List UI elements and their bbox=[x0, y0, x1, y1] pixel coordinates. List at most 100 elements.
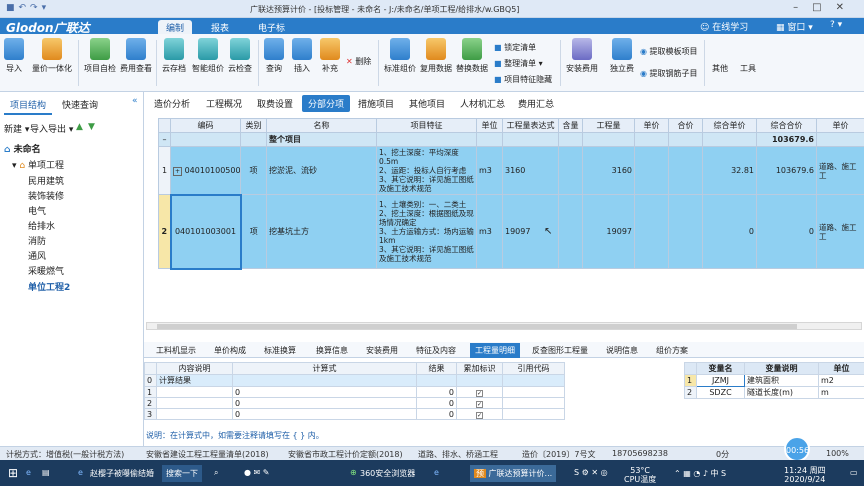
ref-cell[interactable] bbox=[502, 397, 565, 409]
grid-header[interactable]: 单价 bbox=[816, 118, 864, 133]
tree-node-heating[interactable]: 采暖燃气 bbox=[28, 264, 64, 277]
checkbox[interactable]: ✓ bbox=[476, 400, 483, 408]
expr-cell[interactable]: 3160 bbox=[502, 146, 559, 195]
tab-project-structure[interactable]: 项目结构 bbox=[4, 96, 53, 115]
result-cell[interactable]: 0 bbox=[416, 397, 457, 409]
windows-start-icon[interactable]: ⊞ bbox=[4, 463, 22, 480]
grid-header[interactable]: 综合单价 bbox=[702, 118, 757, 133]
code-cell[interactable]: 040101003001 bbox=[169, 193, 242, 270]
clock[interactable]: 11:24 周四 2020/9/24 bbox=[780, 463, 830, 484]
tree-node-fire[interactable]: 消防 bbox=[28, 234, 46, 247]
tab-quick-query[interactable]: 快速查询 bbox=[56, 96, 104, 113]
accumulate-cell[interactable]: ✓ bbox=[456, 408, 503, 420]
table-row[interactable]: 1 + 040101005001 项 挖淤泥、流砂 1、挖土深度：平均深度0.5… bbox=[158, 146, 864, 195]
tab-standard-conversion[interactable]: 标准换算 bbox=[264, 345, 296, 356]
table-row-selected[interactable]: 2 040101003001 项 挖基坑土方 1、土壤类别：一、二类土 2、挖土… bbox=[158, 193, 864, 270]
total-cell[interactable] bbox=[668, 146, 703, 195]
sub-items-grid[interactable]: 编码 类别 名称 项目特征 单位 工程量表达式 含量 工程量 单价 合价 综合单… bbox=[158, 118, 864, 270]
var-name-cell[interactable]: SDZC bbox=[696, 386, 745, 399]
features-cell[interactable]: 1、土壤类别：一、二类土 2、挖土深度：根据图纸及现场情况确定 3、土方运输方式… bbox=[376, 194, 477, 269]
reuse-data-button[interactable]: 复用数据 bbox=[420, 38, 452, 74]
collapse-toggle[interactable]: – bbox=[158, 132, 171, 147]
desc-cell[interactable]: 计算结果 bbox=[156, 374, 233, 387]
tab-install-cost[interactable]: 安装费用 bbox=[366, 345, 398, 356]
smart-price-button[interactable]: 智能组价 bbox=[192, 38, 224, 74]
result-cell[interactable] bbox=[416, 374, 457, 387]
tab-measures[interactable]: 措施项目 bbox=[358, 97, 394, 110]
ref-cell[interactable] bbox=[502, 374, 565, 387]
expand-icon[interactable]: + bbox=[173, 166, 183, 176]
independent-fee-button[interactable]: 独立费 bbox=[610, 38, 634, 74]
tab-description[interactable]: 说明信息 bbox=[606, 345, 638, 356]
query-button[interactable]: 查询 bbox=[264, 38, 284, 74]
supplement-button[interactable]: 补充 bbox=[320, 38, 340, 74]
collapse-sidebar-icon[interactable]: « bbox=[132, 96, 138, 106]
name-cell[interactable]: 挖淤泥、流砂 bbox=[266, 146, 377, 195]
tree-node-civil[interactable]: 民用建筑 bbox=[28, 174, 64, 187]
system-tray-icons[interactable]: ⌃ ▦ ◔ ♪ 中 S bbox=[670, 465, 730, 482]
tab-sub-items[interactable]: 分部分项 bbox=[302, 95, 351, 112]
name-cell[interactable]: 挖基坑土方 bbox=[266, 194, 377, 269]
sum-cell[interactable]: 103679.6 bbox=[756, 146, 817, 195]
grid-header[interactable]: 类别 bbox=[240, 118, 267, 133]
extra-cell[interactable]: 道路、施工工 bbox=[816, 146, 864, 195]
taskbar-search[interactable]: 搜索一下 bbox=[162, 465, 202, 482]
tree-node-electrical[interactable]: 电气 bbox=[28, 204, 46, 217]
tab-other-items[interactable]: 其他项目 bbox=[409, 97, 445, 110]
accumulate-cell[interactable]: ✓ bbox=[456, 386, 503, 398]
taskbar-glodon[interactable]: 预 广联达预算计价... bbox=[470, 465, 557, 482]
tab-fee-summary[interactable]: 费用汇总 bbox=[518, 97, 554, 110]
tree-node-decoration[interactable]: 装饰装修 bbox=[28, 189, 64, 202]
grid-header[interactable]: 合价 bbox=[668, 118, 703, 133]
qty-cell[interactable]: 19097 bbox=[582, 194, 635, 269]
tab-fee-settings[interactable]: 取费设置 bbox=[257, 97, 293, 110]
tab-price-structure[interactable]: 单价构成 bbox=[214, 345, 246, 356]
new-button[interactable]: 新建 ▾ bbox=[4, 122, 29, 135]
code-cell[interactable]: + 040101005001 bbox=[170, 146, 241, 195]
summary-row[interactable]: – 整个项目 103679.6 bbox=[158, 132, 864, 147]
tab-bianzhi[interactable]: 编制 bbox=[158, 20, 193, 34]
move-up-icon[interactable]: ▲ bbox=[76, 122, 83, 132]
grid-header[interactable]: 工程量表达式 bbox=[502, 118, 559, 133]
grid-header[interactable]: 单位 bbox=[476, 118, 503, 133]
cloud-check-button[interactable]: 云检查 bbox=[228, 38, 252, 74]
zoom-level[interactable]: 100% bbox=[826, 449, 849, 458]
quantity-detail-table[interactable]: 内容说明 计算式 结果 累加标识 引用代码 0 计算结果 1 0 0 ✓ 2 0… bbox=[144, 362, 565, 420]
grid-header[interactable]: 编码 bbox=[170, 118, 241, 133]
table-row[interactable]: 2 0 0 ✓ bbox=[144, 397, 565, 409]
tree-node-root[interactable]: ⌂ 未命名 bbox=[4, 142, 41, 155]
grid-header[interactable]: 项目特征 bbox=[376, 118, 477, 133]
taskbar-news[interactable]: 赵樱子被曝偷结婚 bbox=[86, 465, 158, 482]
self-check-button[interactable]: 项目自检 bbox=[84, 38, 116, 74]
var-desc-cell[interactable]: 隧道长度(m) bbox=[744, 386, 819, 399]
tab-features-content[interactable]: 特征及内容 bbox=[416, 345, 456, 356]
desc-cell[interactable] bbox=[156, 386, 233, 398]
tree-node-unit-project-2[interactable]: 单位工程2 bbox=[28, 280, 70, 293]
tab-pricing-plan[interactable]: 组价方案 bbox=[656, 345, 688, 356]
tab-quantity-detail[interactable]: 工程量明细 bbox=[470, 343, 520, 358]
window-menu-button[interactable]: ▦ 窗口 ▾ bbox=[776, 20, 813, 33]
delete-button[interactable]: ✕ 删除 bbox=[346, 56, 371, 67]
unit-price-cell[interactable]: 0 bbox=[702, 194, 757, 269]
total-cell[interactable] bbox=[668, 194, 703, 269]
tree-node-plumbing[interactable]: 给排水 bbox=[28, 219, 55, 232]
unit-cell[interactable]: m3 bbox=[476, 146, 503, 195]
tray-app-icons[interactable]: S ⚙ ✕ ◎ bbox=[570, 465, 612, 482]
var-unit-cell[interactable]: m bbox=[818, 386, 864, 399]
app-icon[interactable]: e bbox=[430, 465, 443, 482]
grid-header[interactable]: 名称 bbox=[266, 118, 377, 133]
insert-button[interactable]: 插入 bbox=[292, 38, 312, 74]
formula-cell[interactable]: 0 bbox=[232, 408, 417, 420]
qty-cell[interactable]: 3160 bbox=[582, 146, 635, 195]
variables-table[interactable]: 变量名 变量说明 单位 1 JZMJ 建筑面积 m2 2 SDZC 隧道长度(m… bbox=[684, 362, 864, 399]
accumulate-cell[interactable] bbox=[456, 374, 503, 387]
desc-cell[interactable] bbox=[156, 408, 233, 420]
import-button[interactable]: 导入 bbox=[4, 38, 24, 74]
extract-sub-button[interactable]: ◉ 提取钢筋子目 bbox=[640, 68, 698, 79]
tools-button[interactable]: 工具 bbox=[738, 38, 758, 74]
tab-report[interactable]: 报表 bbox=[203, 20, 237, 35]
content-cell[interactable] bbox=[558, 146, 583, 195]
table-row[interactable]: 0 计算结果 bbox=[144, 374, 565, 387]
grid-header[interactable]: 单价 bbox=[634, 118, 669, 133]
search-icon[interactable]: ⌕ bbox=[210, 465, 222, 482]
